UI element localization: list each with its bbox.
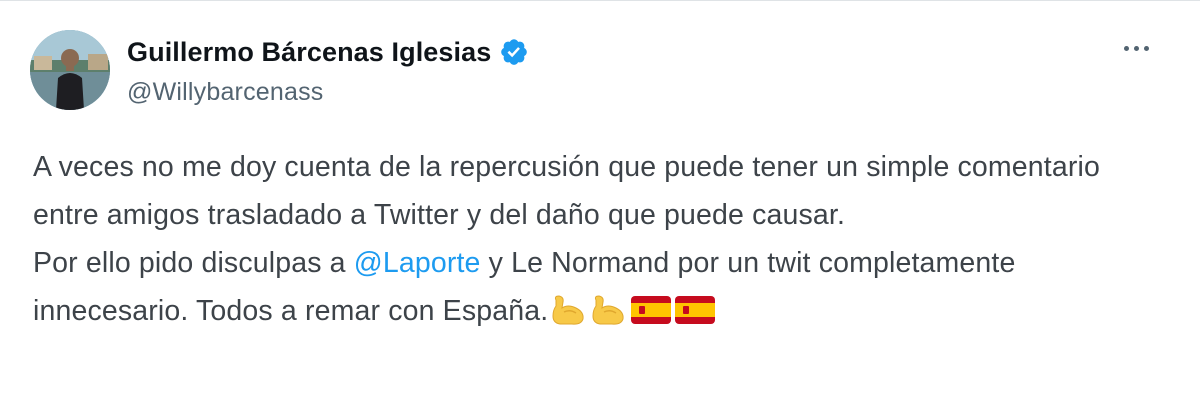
avatar[interactable]: [30, 30, 110, 110]
spain-flag-icon: [631, 296, 672, 324]
display-name[interactable]: Guillermo Bárcenas Iglesias: [127, 37, 491, 68]
tweet-text: A veces no me doy cuenta de la repercusi…: [33, 143, 1173, 335]
tweet-paragraph-1: A veces no me doy cuenta de la repercusi…: [33, 151, 1101, 231]
user-handle[interactable]: @Willybarcenass: [127, 78, 529, 107]
tweet-text-before-mention: Por ello pido disculpas a: [33, 247, 354, 279]
verified-badge-icon: [499, 37, 529, 67]
flexed-biceps-icon: [552, 295, 584, 325]
profile-photo-icon: [30, 30, 110, 110]
more-options-button[interactable]: [1110, 28, 1162, 68]
flexed-biceps-icon: [592, 295, 624, 325]
tweet-card: Guillermo Bárcenas Iglesias @Willybarcen…: [0, 0, 1200, 400]
spain-flag-icon: [675, 296, 716, 324]
more-options-dot: [1133, 45, 1139, 51]
user-identity: Guillermo Bárcenas Iglesias @Willybarcen…: [127, 34, 529, 107]
emoji-group: [550, 294, 716, 326]
tweet-paragraph-2: Por ello pido disculpas a @Laporte y Le …: [33, 239, 1173, 335]
top-divider: [0, 0, 1200, 1]
name-row: Guillermo Bárcenas Iglesias: [127, 34, 529, 70]
more-options-dot: [1143, 45, 1149, 51]
mention-link[interactable]: @Laporte: [354, 247, 481, 279]
more-options-icon: [1123, 45, 1129, 51]
